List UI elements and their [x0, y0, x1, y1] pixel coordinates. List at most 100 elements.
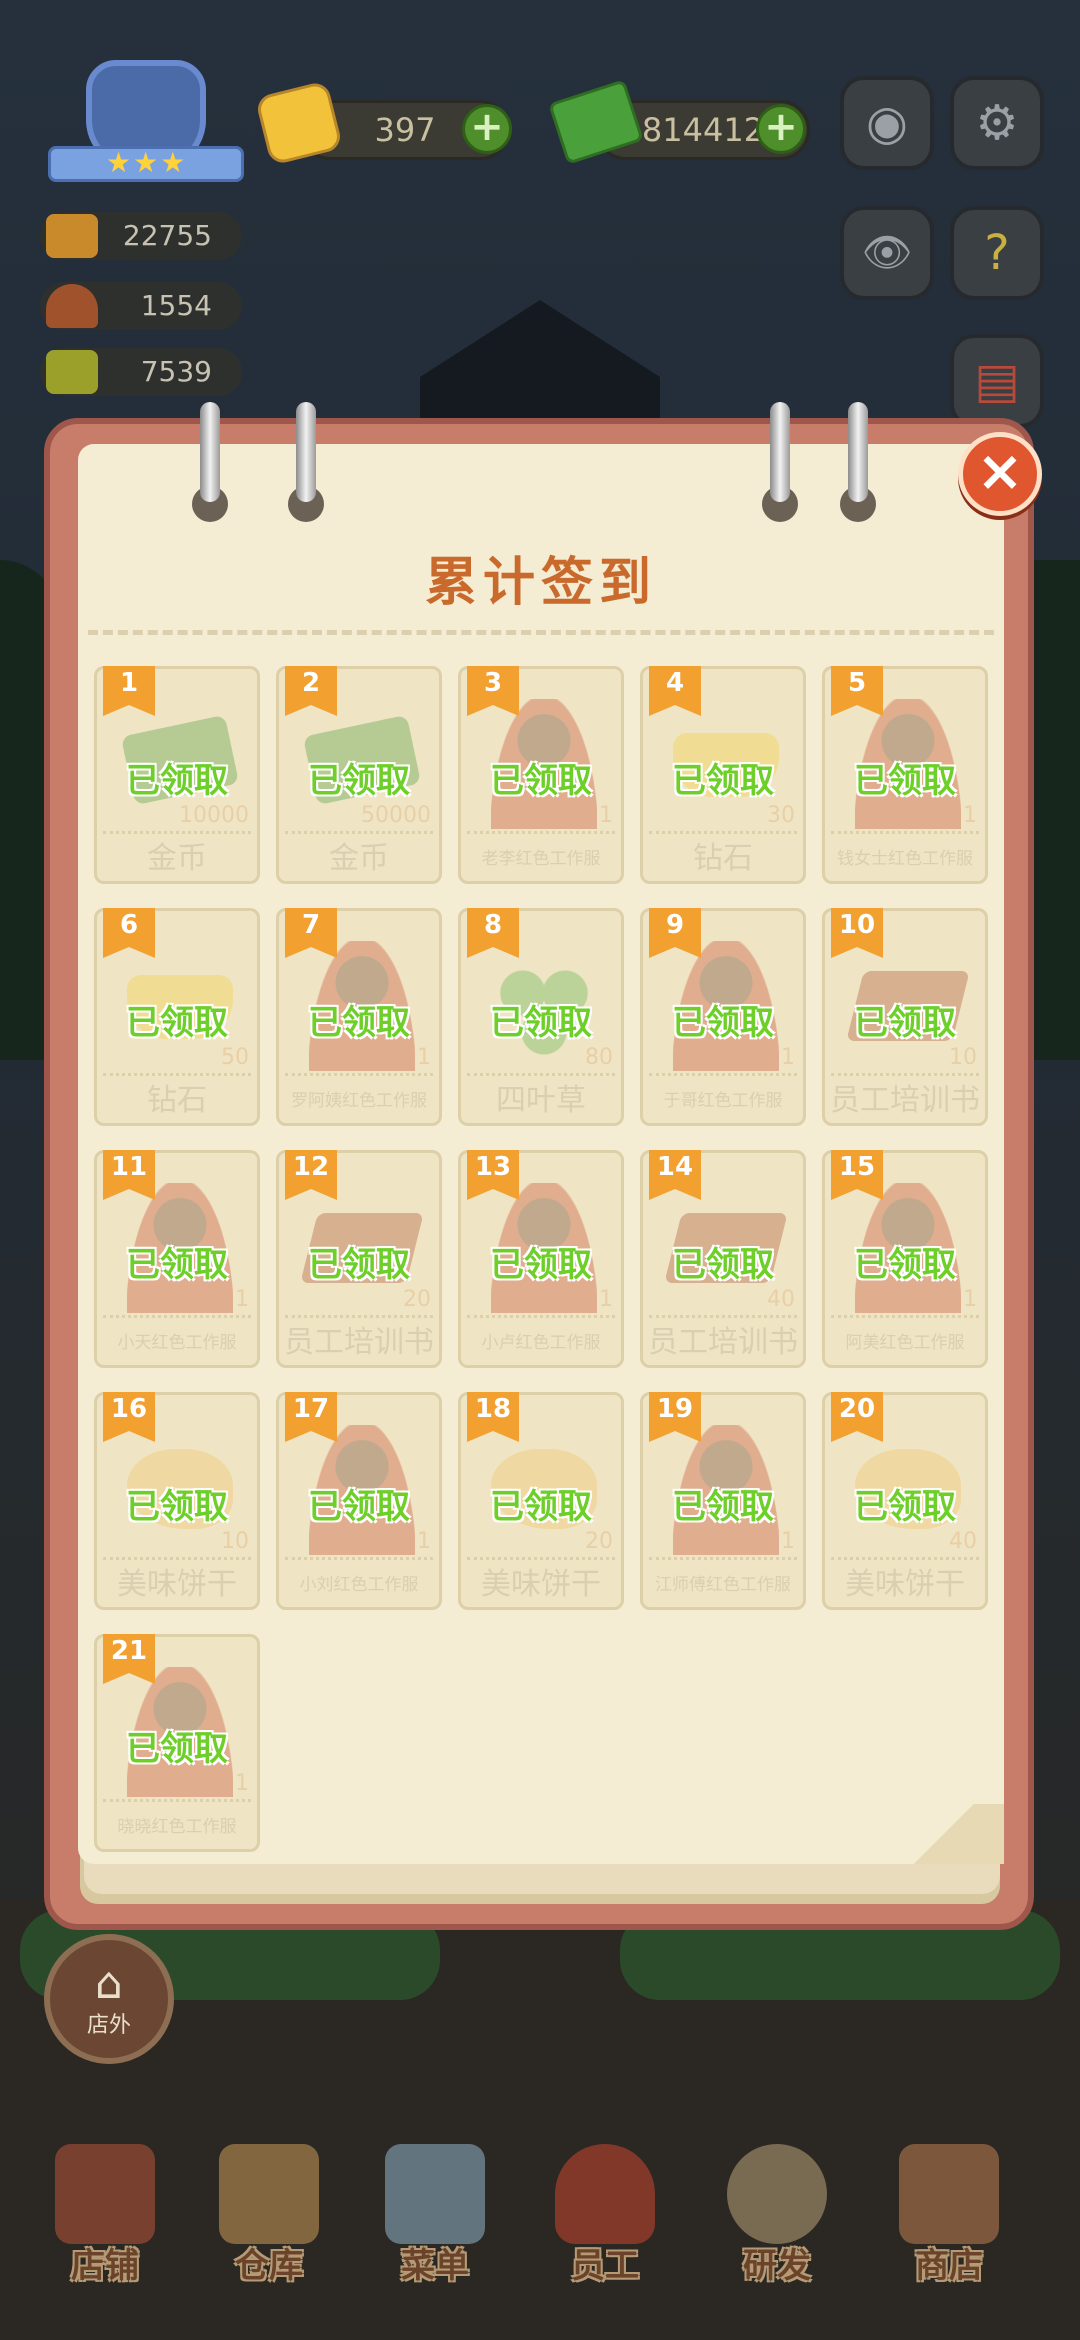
reward-card-day-15[interactable]: 15 已领取 1 阿美红色工作服 [822, 1150, 988, 1368]
reward-card-day-6[interactable]: 6 已领取 50 钻石 [94, 908, 260, 1126]
nav-label: 研发 [743, 2246, 811, 2286]
reward-name: 美味饼干 [845, 1567, 965, 1602]
reward-card-day-16[interactable]: 16 已领取 10 美味饼干 [94, 1392, 260, 1610]
title-divider [88, 630, 994, 635]
card-divider [103, 1799, 251, 1802]
card-divider [649, 831, 797, 834]
reward-card-day-10[interactable]: 10 已领取 10 员工培训书 [822, 908, 988, 1126]
card-divider [831, 1557, 979, 1560]
claimed-label: 已领取 [308, 1003, 410, 1043]
claimed-label: 已领取 [672, 761, 774, 801]
reward-card-day-12[interactable]: 12 已领取 20 员工培训书 [276, 1150, 442, 1368]
view-button[interactable]: 👁 [840, 206, 934, 300]
claimed-label: 已领取 [126, 1729, 228, 1769]
reward-name: 阿美红色工作服 [845, 1333, 965, 1353]
nav-shop[interactable]: 店铺 [30, 2130, 180, 2330]
reward-name: 江师傅红色工作服 [655, 1575, 791, 1595]
reward-quantity: 1 [417, 1045, 431, 1070]
reward-card-day-11[interactable]: 11 已领取 1 小天红色工作服 [94, 1150, 260, 1368]
rank-badge[interactable]: ★★★ [48, 60, 244, 190]
reward-card-day-9[interactable]: 9 已领取 1 于哥红色工作服 [640, 908, 806, 1126]
reward-name: 钻石 [693, 841, 753, 876]
reward-card-day-2[interactable]: 2 已领取 50000 金币 [276, 666, 442, 884]
close-icon: × [976, 439, 1024, 504]
reward-card-day-20[interactable]: 20 已领取 40 美味饼干 [822, 1392, 988, 1610]
stat-tables: 22755 [40, 212, 242, 260]
shop-icon [55, 2144, 155, 2244]
claimed-label: 已领取 [126, 1003, 228, 1043]
warehouse-icon [219, 2144, 319, 2244]
reward-card-day-4[interactable]: 4 已领取 30 钻石 [640, 666, 806, 884]
card-divider [649, 1073, 797, 1076]
binder-ring [848, 402, 868, 502]
reward-name: 小卢红色工作服 [481, 1333, 601, 1353]
card-divider [467, 831, 615, 834]
reward-card-day-3[interactable]: 3 已领取 1 老李红色工作服 [458, 666, 624, 884]
claimed-label: 已领取 [854, 1245, 956, 1285]
reward-quantity: 1 [781, 1529, 795, 1554]
reward-quantity: 40 [949, 1529, 977, 1554]
reward-quantity: 50000 [361, 803, 431, 828]
close-button[interactable]: × [958, 432, 1042, 516]
cash-count: 814412 [641, 111, 765, 149]
day-tag: 4 [649, 666, 701, 716]
add-cash-button[interactable]: + [756, 104, 806, 154]
card-divider [285, 831, 433, 834]
nav-research[interactable]: 研发 [702, 2130, 852, 2330]
card-divider [467, 1073, 615, 1076]
nav-warehouse[interactable]: 仓库 [194, 2130, 344, 2330]
claimed-label: 已领取 [672, 1003, 774, 1043]
card-divider [467, 1315, 615, 1318]
nav-label: 员工 [571, 2246, 639, 2286]
binder-ring [200, 402, 220, 502]
card-divider [103, 1315, 251, 1318]
nav-menu[interactable]: 菜单 [360, 2130, 510, 2330]
diamond-count: 397 [374, 111, 436, 149]
reward-quantity: 1 [235, 1287, 249, 1312]
reward-card-day-18[interactable]: 18 已领取 20 美味饼干 [458, 1392, 624, 1610]
reward-quantity: 1 [781, 1045, 795, 1070]
camera-button[interactable]: ◉ [840, 76, 934, 170]
reward-card-day-21[interactable]: 21 已领取 1 晓晓红色工作服 [94, 1634, 260, 1852]
claimed-label: 已领取 [854, 761, 956, 801]
nav-label: 商店 [915, 2246, 983, 2286]
menu-icon [385, 2144, 485, 2244]
reward-card-day-7[interactable]: 7 已领取 1 罗阿姨红色工作服 [276, 908, 442, 1126]
claimed-label: 已领取 [854, 1487, 956, 1527]
help-book-button[interactable]: ? [950, 206, 1044, 300]
reward-name: 老李红色工作服 [481, 849, 601, 869]
outside-store-button[interactable]: ⌂ 店外 [44, 1934, 174, 2064]
day-tag: 16 [103, 1392, 155, 1442]
reward-quantity: 80 [585, 1045, 613, 1070]
reward-card-day-5[interactable]: 5 已领取 1 钱女士红色工作服 [822, 666, 988, 884]
camera-icon: ◉ [866, 95, 908, 151]
claimed-label: 已领取 [672, 1245, 774, 1285]
reward-quantity: 1 [599, 803, 613, 828]
book-icon [46, 350, 98, 394]
nav-label: 仓库 [235, 2246, 303, 2286]
card-divider [649, 1315, 797, 1318]
reward-card-day-17[interactable]: 17 已领取 1 小刘红色工作服 [276, 1392, 442, 1610]
reward-quantity: 30 [767, 803, 795, 828]
nav-staff[interactable]: 员工 [530, 2130, 680, 2330]
record-book-button[interactable]: ▤ [950, 334, 1044, 428]
day-tag: 12 [285, 1150, 337, 1200]
background-trees-right [1030, 560, 1080, 1060]
add-diamonds-button[interactable]: + [462, 104, 512, 154]
reward-card-day-8[interactable]: 8 已领取 80 四叶草 [458, 908, 624, 1126]
research-icon [727, 2144, 827, 2244]
stat-books: 7539 [40, 348, 242, 396]
reward-name: 小天红色工作服 [117, 1333, 237, 1353]
reward-card-day-13[interactable]: 13 已领取 1 小卢红色工作服 [458, 1150, 624, 1368]
reward-card-day-19[interactable]: 19 已领取 1 江师傅红色工作服 [640, 1392, 806, 1610]
day-tag: 2 [285, 666, 337, 716]
reward-quantity: 20 [585, 1529, 613, 1554]
card-divider [285, 1315, 433, 1318]
nav-store[interactable]: 商店 [874, 2130, 1024, 2330]
reward-quantity: 10 [221, 1529, 249, 1554]
storefront-icon: ⌂ [95, 1958, 123, 2009]
reward-card-day-14[interactable]: 14 已领取 40 员工培训书 [640, 1150, 806, 1368]
settings-button[interactable]: ⚙ [950, 76, 1044, 170]
stat-dishes: 1554 [40, 282, 242, 330]
reward-card-day-1[interactable]: 1 已领取 10000 金币 [94, 666, 260, 884]
